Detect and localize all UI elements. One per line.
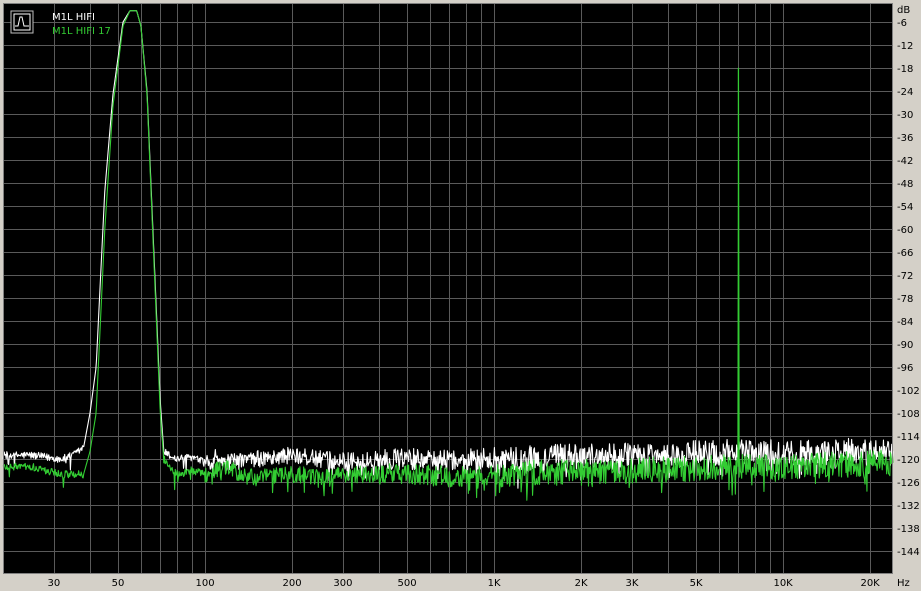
legend-entry-m1l-hifi-17: M1L HIFI 17 xyxy=(52,26,111,37)
x-tick-label: 50 xyxy=(112,578,125,589)
y-axis-label: dB xyxy=(897,5,910,16)
x-tick-label: 10K xyxy=(773,578,793,589)
x-tick-label: 5K xyxy=(690,578,703,589)
y-tick-label: -36 xyxy=(897,133,913,144)
x-tick-label: 300 xyxy=(333,578,352,589)
plot-background xyxy=(3,3,893,574)
x-tick-label: 200 xyxy=(282,578,301,589)
y-tick-label: -144 xyxy=(897,547,920,558)
y-tick-label: -102 xyxy=(897,386,920,397)
y-tick-label: -66 xyxy=(897,248,913,259)
y-tick-label: -78 xyxy=(897,294,913,305)
x-tick-label: 20K xyxy=(860,578,880,589)
y-tick-label: -72 xyxy=(897,271,913,282)
y-tick-label: -132 xyxy=(897,501,920,512)
y-tick-label: -6 xyxy=(897,18,907,29)
y-tick-label: -114 xyxy=(897,432,920,443)
x-tick-label: 1K xyxy=(488,578,501,589)
y-tick-label: -60 xyxy=(897,225,913,236)
y-tick-label: -90 xyxy=(897,340,913,351)
legend-entry-m1l-hifi: M1L HIFI xyxy=(52,12,95,23)
x-tick-label: 30 xyxy=(48,578,61,589)
y-tick-label: -126 xyxy=(897,478,920,489)
y-tick-label: -84 xyxy=(897,317,913,328)
y-tick-label: -108 xyxy=(897,409,920,420)
fft-spectrum-chart: -6 -12 -18 -24 -30 -36 -42 -48 -54 -60 -66 -72 -78 -8… xyxy=(2,3,920,589)
x-tick-label: 100 xyxy=(195,578,214,589)
y-tick-label: -48 xyxy=(897,179,913,190)
y-tick-label: -18 xyxy=(897,64,913,75)
x-tick-label: 2K xyxy=(575,578,588,589)
y-tick-label: -12 xyxy=(897,41,913,52)
y-tick-label: -30 xyxy=(897,110,913,121)
y-tick-label: -54 xyxy=(897,202,913,213)
x-axis-ticks: 30 50 100 200 300 500 1K 2K 3K 5K 10K 20K xyxy=(48,578,881,589)
y-tick-label: -24 xyxy=(897,87,913,98)
y-tick-label: -96 xyxy=(897,363,913,374)
x-axis-label: Hz xyxy=(897,578,910,589)
y-tick-label: -120 xyxy=(897,455,920,466)
y-tick-label: -42 xyxy=(897,156,913,167)
y-axis-ticks: -6 -12 -18 -24 -30 -36 -42 -48 -54 -60 -66 -72 -78 -8… xyxy=(897,18,920,558)
x-tick-label: 3K xyxy=(626,578,639,589)
y-tick-label: -138 xyxy=(897,524,920,535)
x-tick-label: 500 xyxy=(398,578,417,589)
